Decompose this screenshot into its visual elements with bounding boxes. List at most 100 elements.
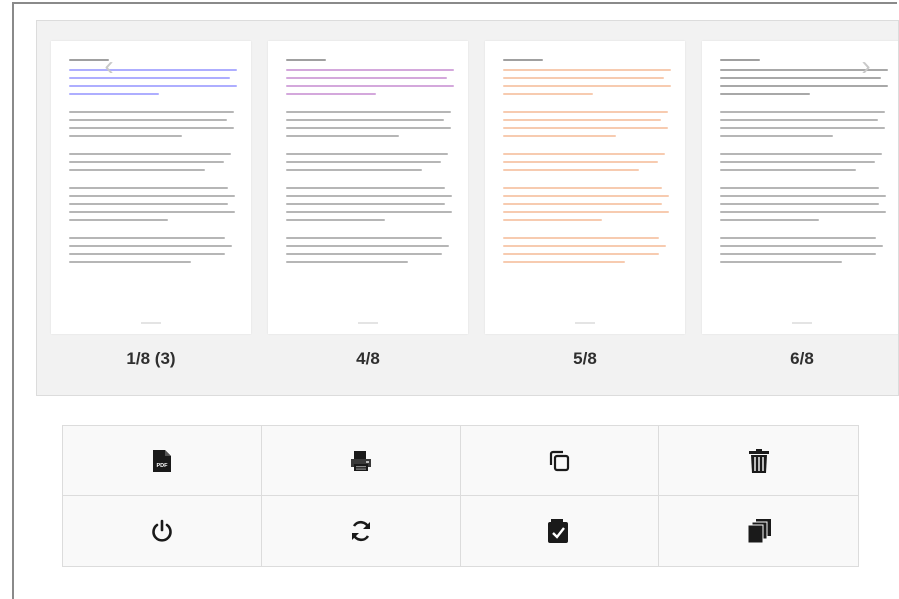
thumbnail-1[interactable]: 1/8 (3)	[51, 37, 268, 395]
page-text-line	[503, 127, 668, 129]
page-preview[interactable]	[485, 41, 685, 334]
page-text-line	[286, 261, 408, 263]
page-text-line	[503, 219, 602, 221]
thumbnail-2[interactable]: 4/8	[268, 37, 485, 395]
page-text-line	[69, 187, 228, 189]
page-text-line	[286, 153, 448, 155]
page-heading-line	[503, 59, 543, 61]
page-text-line	[69, 195, 235, 197]
page-text-line	[69, 211, 235, 213]
thumbnail-3[interactable]: 5/8	[485, 37, 702, 395]
page-text-line	[720, 187, 879, 189]
page-text-line	[69, 85, 237, 87]
page-text-line	[720, 119, 878, 121]
page-text-line	[720, 211, 886, 213]
carousel-next-arrow[interactable]: ›	[858, 51, 874, 81]
select-all-button[interactable]	[460, 496, 660, 566]
page-preview[interactable]	[268, 41, 468, 334]
page-text-line	[69, 153, 231, 155]
page-text-line	[503, 211, 669, 213]
page-text-line	[286, 69, 454, 71]
page-text-line	[503, 85, 671, 87]
page-text-line	[69, 69, 237, 71]
page-heading-line	[286, 59, 326, 61]
thumbnail-4[interactable]: 6/8	[702, 37, 898, 395]
page-text-line	[286, 187, 445, 189]
page-text-line	[69, 237, 225, 239]
power-icon	[150, 519, 174, 543]
page-text-line	[503, 253, 659, 255]
page-preview[interactable]	[702, 41, 898, 334]
stack-pages-button[interactable]	[659, 496, 858, 566]
page-text-line	[286, 219, 385, 221]
page-text-line	[286, 135, 399, 137]
page-text-line	[69, 219, 168, 221]
page-preview[interactable]	[51, 41, 251, 334]
page-text-line	[286, 237, 442, 239]
page-text-line	[503, 195, 669, 197]
page-text-line	[286, 211, 452, 213]
page-text-line	[503, 119, 661, 121]
page-text-line	[503, 169, 639, 171]
page-text-line	[69, 203, 228, 205]
page-thumbnail-carousel: 1/8 (3) 4/8 5/8 6/8 ‹ ›	[36, 20, 899, 396]
delete-button[interactable]	[659, 426, 858, 496]
page-text-line	[286, 119, 444, 121]
pdf-text: PDF	[156, 463, 168, 469]
page-text-line	[286, 93, 376, 95]
page-text-line	[69, 261, 191, 263]
printer-icon	[350, 450, 372, 472]
checkbox-icon	[548, 519, 570, 543]
page-text-line	[69, 245, 232, 247]
page-text-line	[720, 111, 885, 113]
page-footer-marker	[792, 322, 812, 324]
print-button[interactable]	[261, 426, 461, 496]
page-text-line	[720, 135, 833, 137]
page-text-line	[720, 85, 888, 87]
page-text-line	[720, 161, 875, 163]
page-text-line	[720, 219, 819, 221]
carousel-prev-arrow[interactable]: ‹	[101, 51, 117, 81]
thumbnail-label: 1/8 (3)	[126, 349, 176, 368]
page-text-line	[720, 203, 879, 205]
page-heading-line	[720, 59, 760, 61]
power-button[interactable]	[63, 496, 262, 566]
export-pdf-button[interactable]: PDF	[63, 426, 262, 496]
page-text-line	[286, 85, 454, 87]
action-toolbar: PDF	[62, 425, 859, 567]
page-text-line	[503, 187, 662, 189]
page-text-line	[720, 153, 882, 155]
page-text-line	[286, 111, 451, 113]
page-text-line	[69, 253, 225, 255]
page-text-line	[69, 135, 182, 137]
page-text-line	[286, 245, 449, 247]
page-text-line	[69, 169, 205, 171]
thumbnail-label: 6/8	[790, 349, 814, 368]
refresh-icon	[349, 519, 373, 543]
page-footer-marker	[141, 322, 161, 324]
page-text-line	[720, 253, 876, 255]
duplicate-button[interactable]	[460, 426, 660, 496]
copy-icon	[547, 449, 571, 473]
page-text-line	[286, 203, 445, 205]
page-text-line	[69, 77, 230, 79]
page-text-line	[720, 237, 876, 239]
page-text-line	[286, 161, 441, 163]
page-text-line	[286, 77, 447, 79]
page-text-line	[720, 261, 842, 263]
page-text-line	[503, 111, 668, 113]
page-text-line	[69, 93, 159, 95]
page-text-line	[503, 161, 658, 163]
trash-icon	[748, 448, 769, 473]
page-text-line	[720, 169, 856, 171]
page-text-line	[286, 169, 422, 171]
refresh-button[interactable]	[261, 496, 461, 566]
page-text-line	[503, 69, 671, 71]
page-text-line	[69, 161, 224, 163]
thumbnail-strip: 1/8 (3) 4/8 5/8 6/8	[51, 37, 898, 395]
page-text-line	[503, 237, 659, 239]
page-text-line	[503, 135, 616, 137]
thumbnail-label: 4/8	[356, 349, 380, 368]
stack-icon	[747, 519, 771, 543]
page-text-line	[503, 203, 662, 205]
